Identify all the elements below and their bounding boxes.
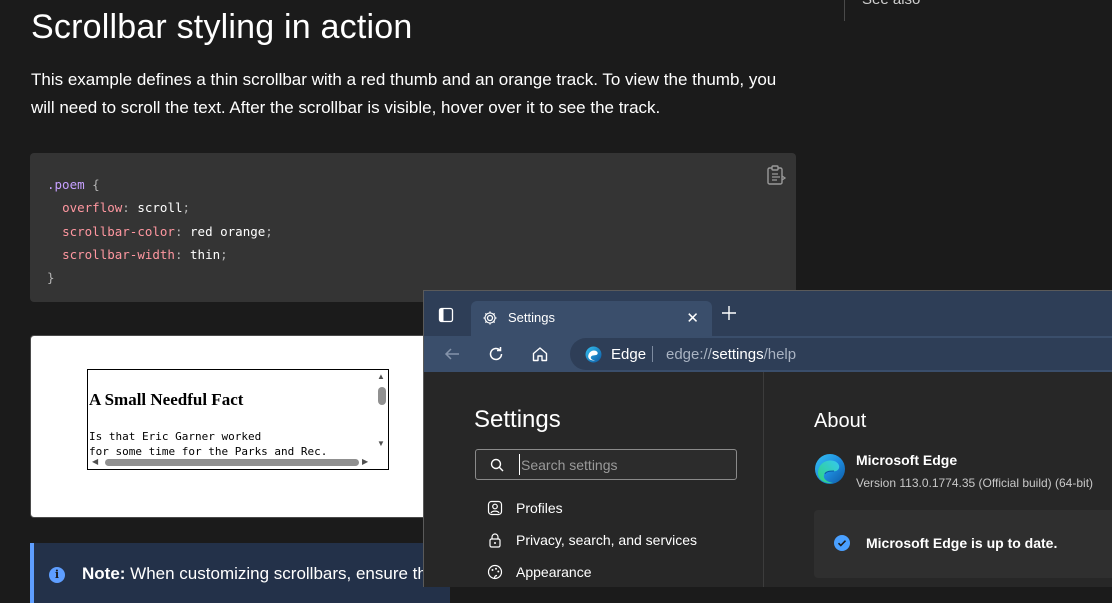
poem-line: Is that Eric Garner worked — [89, 430, 262, 443]
url-text[interactable]: edge://settings/help — [666, 346, 796, 363]
about-panel: About Microsoft Edge Version 113.0.1774.… — [764, 372, 1112, 587]
site-identity-label[interactable]: Edge — [611, 346, 646, 363]
update-status-card: Microsoft Edge is up to date. — [814, 510, 1112, 578]
home-icon[interactable] — [531, 345, 549, 363]
scroll-right-icon[interactable]: ▶ — [362, 458, 368, 466]
toc-link-see-also[interactable]: See also — [862, 0, 920, 8]
poem-scroll-box[interactable]: A Small Needful Fact Is that Eric Garner… — [87, 369, 389, 470]
tab-actions-icon[interactable] — [438, 307, 454, 323]
product-version: Version 113.0.1774.35 (Official build) (… — [856, 476, 1094, 490]
note-text: Note: When customizing scrollbars, ensur… — [82, 564, 427, 583]
page-title: Scrollbar styling in action — [31, 8, 413, 46]
copy-to-clipboard-icon[interactable] — [765, 163, 787, 187]
back-icon[interactable] — [443, 345, 461, 363]
sidebar-item-privacy[interactable]: Privacy, search, and services — [487, 529, 747, 553]
edge-browser-window: Settings ✕ Edge edge://settings/help Set… — [423, 290, 1112, 587]
vertical-scrollbar[interactable]: ▲ ▼ — [374, 370, 388, 456]
sidebar-item-appearance[interactable]: Appearance — [487, 561, 747, 585]
settings-sidebar: Settings Profiles Privacy, search, and s… — [424, 372, 764, 587]
profile-icon — [487, 500, 503, 516]
sidebar-item-label: Privacy, search, and services — [516, 532, 698, 548]
product-name: Microsoft Edge — [856, 452, 958, 468]
code-example: .poem { overflow: scroll; scrollbar-colo… — [30, 153, 796, 302]
edge-logo-icon — [814, 453, 846, 485]
address-bar[interactable]: Edge edge://settings/help — [570, 338, 1112, 370]
appearance-icon — [487, 564, 503, 580]
browser-toolbar: Edge edge://settings/help — [424, 336, 1112, 372]
css-code: .poem { overflow: scroll; scrollbar-colo… — [47, 177, 273, 286]
tab-settings[interactable]: Settings ✕ — [471, 301, 712, 336]
settings-title: Settings — [474, 406, 561, 433]
edge-logo-icon — [585, 346, 602, 363]
checkmark-circle-icon — [834, 535, 850, 551]
sidebar-item-profiles[interactable]: Profiles — [487, 497, 747, 521]
search-settings-input[interactable] — [519, 454, 731, 475]
settings-page: Settings Profiles Privacy, search, and s… — [424, 372, 1112, 587]
scroll-down-icon[interactable]: ▼ — [377, 440, 385, 448]
scroll-left-icon[interactable]: ◀ — [92, 458, 98, 466]
vertical-scroll-thumb[interactable] — [378, 387, 386, 405]
sidebar-item-label: Appearance — [516, 564, 592, 580]
search-icon — [490, 458, 504, 472]
scroll-up-icon[interactable]: ▲ — [377, 373, 385, 381]
tab-title: Settings — [508, 310, 555, 325]
update-status-text: Microsoft Edge is up to date. — [866, 535, 1058, 551]
search-settings-box[interactable] — [475, 449, 737, 480]
lock-icon — [487, 532, 503, 548]
info-icon: i — [49, 567, 65, 583]
intro-paragraph: This example defines a thin scrollbar wi… — [31, 70, 777, 117]
close-tab-icon[interactable]: ✕ — [686, 309, 699, 327]
about-heading: About — [814, 410, 867, 432]
sidebar-item-label: Profiles — [516, 500, 563, 516]
horizontal-scrollbar[interactable]: ◀ ▶ — [88, 455, 388, 469]
refresh-icon[interactable] — [487, 345, 505, 363]
poem-title: A Small Needful Fact — [89, 390, 244, 409]
new-tab-icon[interactable] — [721, 305, 737, 321]
address-separator — [652, 346, 653, 362]
toc-divider — [844, 0, 845, 21]
tab-strip: Settings ✕ — [424, 291, 1112, 336]
horizontal-scroll-thumb[interactable] — [105, 459, 359, 466]
gear-icon — [482, 310, 498, 326]
